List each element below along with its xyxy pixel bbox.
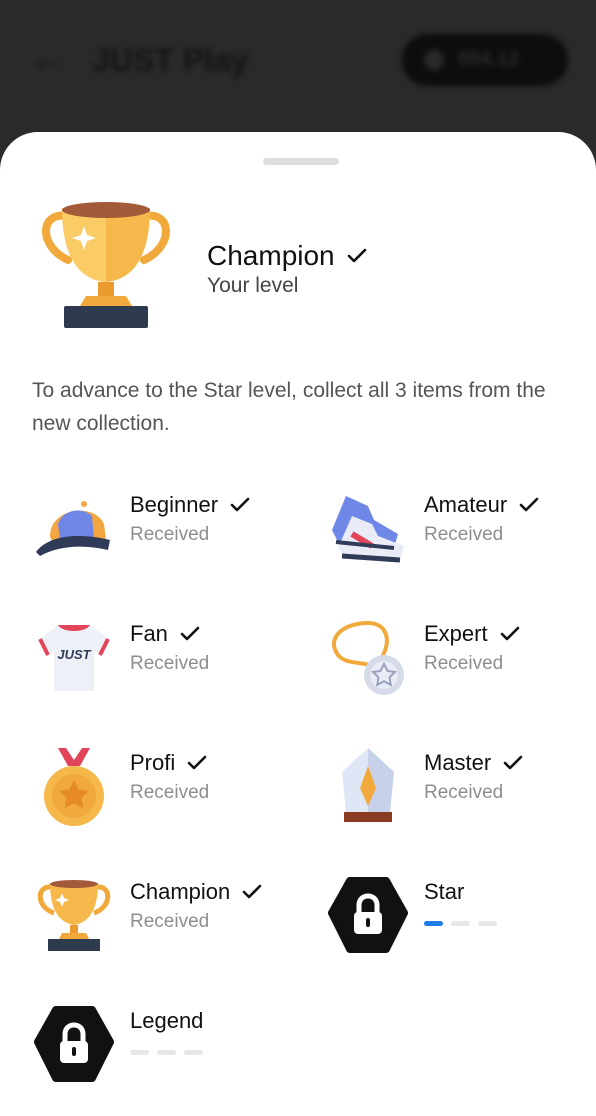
level-status: Received: [424, 524, 504, 545]
level-item-star[interactable]: Star: [328, 877, 588, 957]
progress-segment-empty: [478, 921, 497, 926]
progress-segment-empty: [157, 1050, 176, 1055]
checkmark-icon: [347, 248, 367, 264]
collection-progress: [130, 1050, 203, 1055]
checkmark-icon: [230, 497, 250, 513]
checkmark-icon: [500, 626, 520, 642]
checkmark-icon: [180, 626, 200, 642]
jersey-icon: JUST: [38, 625, 110, 691]
levels-bottom-sheet: Champion Your level To advance to the St…: [0, 132, 596, 1116]
progress-segment-empty: [130, 1050, 149, 1055]
level-item-master[interactable]: Master Received: [328, 748, 588, 828]
level-status: Received: [424, 653, 504, 674]
level-name: Beginner: [130, 492, 250, 518]
arrow-left-icon[interactable]: ←: [30, 40, 64, 79]
checkmark-icon: [187, 755, 207, 771]
level-item-champion[interactable]: Champion Received: [34, 877, 294, 957]
level-name: Fan: [130, 621, 200, 647]
level-name: Champion: [130, 879, 262, 905]
collection-progress: [424, 921, 497, 926]
level-status: Received: [130, 911, 210, 932]
progress-segment-empty: [451, 921, 470, 926]
level-item-beginner[interactable]: Beginner Received: [34, 490, 294, 570]
coin-icon: [424, 50, 444, 70]
level-item-legend[interactable]: Legend: [34, 1006, 294, 1086]
checkmark-icon: [503, 755, 523, 771]
progress-segment-empty: [184, 1050, 203, 1055]
balance-pill[interactable]: 884.12: [402, 34, 568, 86]
level-item-fan[interactable]: JUST Fan Received: [34, 619, 294, 699]
background-app-bar: ← JUST Play 884.12: [0, 0, 596, 140]
checkmark-icon: [242, 884, 262, 900]
level-item-amateur[interactable]: Amateur Received: [328, 490, 588, 570]
trophy-icon: [37, 880, 111, 951]
progress-segment-filled: [424, 921, 443, 926]
level-name: Profi: [130, 750, 207, 776]
app-title: JUST Play: [92, 42, 249, 78]
level-status: Received: [130, 782, 210, 803]
checkmark-icon: [519, 497, 539, 513]
advance-description: To advance to the Star level, collect al…: [32, 379, 546, 435]
level-name: Legend: [130, 1008, 204, 1033]
lock-icon: [34, 1006, 114, 1082]
cap-icon: [36, 501, 110, 556]
sneakers-icon: [332, 496, 404, 563]
gold-medal-icon: [44, 748, 104, 826]
level-name: Master: [424, 750, 523, 776]
svg-text:JUST: JUST: [57, 647, 91, 662]
current-level-name: Champion: [207, 240, 335, 271]
lock-icon: [328, 877, 408, 953]
crystal-award-icon: [342, 748, 394, 822]
level-item-profi[interactable]: Profi Received: [34, 748, 294, 828]
medal-lanyard-icon: [331, 621, 404, 695]
trophy-icon: [42, 202, 170, 328]
balance-amount: 884.12: [458, 48, 520, 70]
level-status: Received: [130, 653, 210, 674]
sheet-drag-handle[interactable]: [263, 158, 339, 165]
level-status: Received: [424, 782, 504, 803]
current-level-title: Champion: [207, 240, 367, 272]
level-name: Star: [424, 879, 465, 904]
level-name: Amateur: [424, 492, 539, 518]
level-name: Expert: [424, 621, 520, 647]
level-status: Received: [130, 524, 210, 545]
current-level-subtitle: Your level: [207, 274, 299, 297]
level-item-expert[interactable]: Expert Received: [328, 619, 588, 699]
